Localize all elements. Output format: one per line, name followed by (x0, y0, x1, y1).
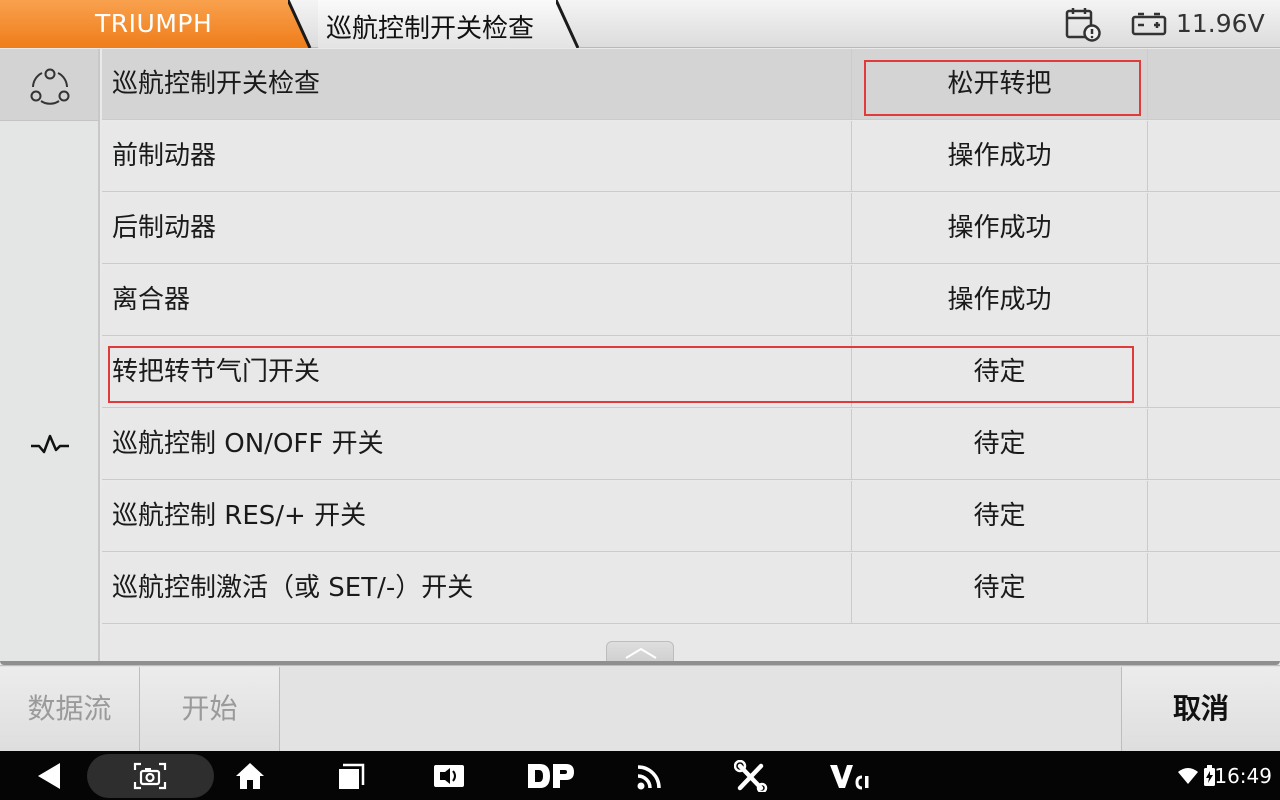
group-icon[interactable] (29, 65, 71, 105)
page-title: 巡航控制开关检查 (326, 14, 535, 44)
row-name: 巡航控制 ON/OFF 开关 (112, 429, 384, 459)
vci-icon[interactable] (828, 760, 872, 792)
data-stream-button[interactable]: 数据流 (0, 667, 140, 751)
calendar-alert-icon[interactable] (1064, 6, 1102, 42)
table-row[interactable]: 巡航控制 RES/+ 开关 待定 (102, 481, 1280, 552)
breadcrumb-brand[interactable]: TRIUMPH (0, 0, 310, 48)
waveform-icon[interactable] (29, 432, 71, 456)
row-value: 待定 (851, 337, 1148, 408)
row-name: 前制动器 (112, 141, 217, 171)
left-icon-column (0, 49, 100, 662)
row-value: 操作成功 (851, 121, 1148, 192)
tools-icon[interactable] (734, 760, 768, 792)
scroll-up-tab[interactable] (606, 641, 674, 663)
row-name: 巡航控制 RES/+ 开关 (112, 501, 367, 531)
wifi-icon (1178, 768, 1198, 784)
table-row[interactable]: 巡航控制激活（或 SET/-）开关 待定 (102, 553, 1280, 624)
row-value: 待定 (851, 553, 1148, 624)
row-name: 后制动器 (112, 213, 217, 243)
table-row[interactable]: 巡航控制 ON/OFF 开关 待定 (102, 409, 1280, 480)
voltage-readout: 11.96V (1176, 9, 1265, 38)
screenshot-icon (133, 762, 167, 790)
dp-icon[interactable] (526, 760, 576, 792)
table-row[interactable]: 前制动器 操作成功 (102, 121, 1280, 192)
table-row[interactable]: 离合器 操作成功 (102, 265, 1280, 336)
table-header-row: 巡航控制开关检查 松开转把 (102, 49, 1280, 120)
row-value: 操作成功 (851, 193, 1148, 264)
action-bar: 数据流 开始 取消 (0, 665, 1280, 751)
wireless-icon[interactable] (634, 760, 666, 792)
row-name: 离合器 (112, 285, 191, 315)
breadcrumb-separator-icon (288, 0, 312, 48)
system-nav-bar: 16:49 (0, 751, 1280, 800)
row-name: 巡航控制激活（或 SET/-）开关 (112, 573, 474, 603)
screenshot-pill[interactable] (87, 754, 214, 798)
screen-mirror-icon[interactable] (432, 760, 466, 792)
table-row-partial (102, 625, 1280, 662)
row-value: 待定 (851, 481, 1148, 552)
start-button[interactable]: 开始 (140, 667, 280, 751)
chevron-up-icon (625, 647, 657, 659)
brand-label: TRIUMPH (95, 9, 213, 38)
column-divider (98, 49, 100, 662)
battery-icon (1131, 12, 1167, 36)
row-value: 待定 (851, 409, 1148, 480)
breadcrumb-page[interactable]: 巡航控制开关检查 (318, 0, 580, 48)
table-row[interactable]: 后制动器 操作成功 (102, 193, 1280, 264)
recents-icon[interactable] (334, 760, 366, 792)
top-header: TRIUMPH 巡航控制开关检查 11.96V (0, 0, 1280, 48)
breadcrumb-end-icon (556, 0, 580, 48)
back-icon[interactable] (34, 760, 64, 792)
row-value: 操作成功 (851, 265, 1148, 336)
row-value: 松开转把 (851, 49, 1148, 120)
group-cell (0, 49, 100, 121)
home-icon[interactable] (234, 760, 266, 792)
clock: 16:49 (1214, 764, 1272, 788)
table-row[interactable]: 转把转节气门开关 待定 (102, 337, 1280, 408)
cancel-button[interactable]: 取消 (1121, 667, 1280, 751)
row-name: 巡航控制开关检查 (112, 69, 321, 99)
row-name: 转把转节气门开关 (112, 357, 321, 387)
